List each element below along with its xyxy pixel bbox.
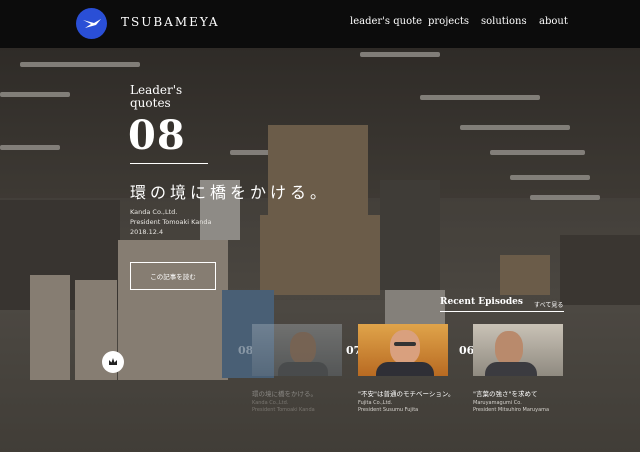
brand-name[interactable]: TSUBAMEYA [121, 15, 220, 29]
card-company: Kanda Co.,Ltd. [252, 400, 289, 406]
card-thumbnail[interactable] [358, 324, 448, 376]
card-company: Fujita Co.,Ltd. [358, 400, 393, 406]
publish-date: 2018.12.4 [130, 228, 164, 236]
section-label-line2: quotes [130, 96, 171, 110]
card-person: President Susumu Fujita [358, 407, 419, 413]
card-title: 環の境に橋をかける。 [252, 390, 317, 398]
nav-about[interactable]: about [539, 16, 568, 27]
swallow-logo-icon[interactable] [76, 8, 107, 39]
divider [130, 163, 208, 164]
card-company: Maruyamagumi Co. [473, 400, 522, 406]
hero-overlay [0, 0, 640, 452]
crown-badge-icon[interactable] [102, 351, 124, 373]
person-name: President Tomoaki Kanda [130, 218, 212, 226]
nav-projects[interactable]: projects [428, 16, 469, 27]
episode-title: 環の境に橋をかける。 [130, 183, 331, 202]
nav-leaders-quote[interactable]: leader's quote [350, 16, 422, 27]
see-all-link[interactable]: すべて見る [534, 300, 563, 309]
card-thumbnail[interactable] [252, 324, 342, 376]
episode-number: 08 [128, 112, 186, 159]
divider [440, 311, 564, 312]
card-person: President Mitsuhiro Maruyama [473, 407, 550, 413]
card-title: "不安"は普通のモチベーション。 [358, 390, 455, 398]
nav-solutions[interactable]: solutions [481, 16, 527, 27]
site-header: TSUBAMEYA leader's quote projects soluti… [0, 0, 640, 48]
recent-episodes-heading: Recent Episodes [440, 297, 523, 307]
company-name: Kanda Co.,Ltd. [130, 208, 178, 216]
section-label: Leader's quotes [130, 84, 182, 110]
card-person: President Tomoaki Kanda [252, 407, 315, 413]
read-article-button[interactable]: この記事を読む [130, 262, 216, 290]
card-title: "言葉の強さ"を求めて [473, 390, 538, 398]
card-thumbnail[interactable] [473, 324, 563, 376]
